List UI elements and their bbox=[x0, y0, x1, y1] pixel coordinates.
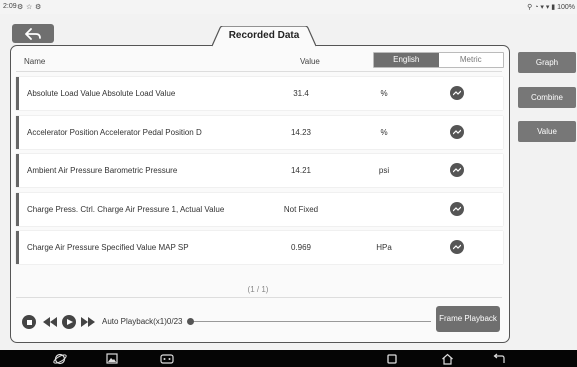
settings-status-icon: ⚙ bbox=[17, 4, 24, 11]
row-name: Charge Press. Ctrl. Charge Air Pressure … bbox=[27, 204, 225, 214]
row-name: Charge Air Pressure Specified Value MAP … bbox=[27, 243, 189, 252]
row-unit: % bbox=[380, 127, 388, 137]
unit-toggle[interactable]: English Metric bbox=[373, 52, 504, 68]
row-value: 14.21 bbox=[290, 166, 312, 175]
status-bar: 2:09 ⚙ ☆ ⚙ ⚲ ◔ ▾ ▾ ▮ 100% bbox=[0, 0, 577, 14]
line-graph-icon[interactable] bbox=[450, 86, 464, 100]
home-icon[interactable] bbox=[441, 353, 454, 365]
line-graph-icon[interactable] bbox=[450, 201, 464, 216]
row-name: Accelerator Position Accelerator Pedal P… bbox=[27, 127, 202, 137]
playback-thumb[interactable] bbox=[187, 318, 194, 325]
rewind-icon[interactable] bbox=[42, 316, 58, 328]
unit-option-english[interactable]: English bbox=[374, 53, 439, 67]
graph-button[interactable]: Graph bbox=[518, 52, 576, 73]
return-icon[interactable] bbox=[492, 353, 506, 365]
status-right: ⚲ ◔ ▾ ▾ ▮ 100% bbox=[527, 4, 575, 11]
row-value: Not Fixed bbox=[283, 204, 319, 214]
header-divider bbox=[16, 71, 502, 72]
row-value: 31.4 bbox=[293, 89, 309, 98]
header-value: Value bbox=[300, 57, 320, 66]
row-unit: HPa bbox=[376, 243, 392, 252]
vci-icon[interactable] bbox=[160, 353, 174, 365]
data-list: Absolute Load Value Absolute Load Value … bbox=[16, 77, 504, 270]
value-button[interactable]: Value bbox=[518, 121, 576, 142]
browser-icon[interactable] bbox=[53, 353, 67, 365]
playback-track[interactable] bbox=[191, 321, 431, 322]
recents-icon[interactable] bbox=[386, 353, 398, 365]
table-row[interactable]: Charge Air Pressure Specified Value MAP … bbox=[16, 231, 503, 264]
app-status-icon: ⚙ bbox=[35, 4, 42, 11]
unit-option-metric[interactable]: Metric bbox=[439, 53, 504, 67]
back-button[interactable] bbox=[12, 24, 54, 43]
table-row[interactable]: Accelerator Position Accelerator Pedal P… bbox=[16, 115, 503, 149]
playback-label: Auto Playback(x1)0/23 bbox=[102, 317, 183, 326]
line-graph-icon[interactable] bbox=[450, 163, 464, 177]
table-row[interactable]: Charge Press. Ctrl. Charge Air Pressure … bbox=[16, 192, 503, 226]
header-name: Name bbox=[24, 57, 46, 66]
table-row[interactable]: Absolute Load Value Absolute Load Value … bbox=[16, 77, 503, 110]
row-name: Ambient Air Pressure Barometric Pressure bbox=[27, 166, 178, 175]
row-unit: psi bbox=[378, 166, 390, 175]
gallery-icon[interactable] bbox=[106, 353, 118, 364]
row-value: 0.969 bbox=[290, 243, 312, 252]
frame-playback-button[interactable]: Frame Playback bbox=[436, 306, 500, 332]
system-nav-bar bbox=[0, 350, 577, 367]
playback-divider bbox=[16, 297, 502, 298]
combine-button[interactable]: Combine bbox=[518, 87, 576, 108]
table-header: Name Value English Metric bbox=[16, 52, 504, 70]
line-graph-icon[interactable] bbox=[450, 124, 464, 139]
row-value: 14.23 bbox=[290, 127, 312, 137]
notification-status-icon: ☆ bbox=[26, 4, 33, 11]
pagination: (1 / 1) bbox=[247, 285, 269, 294]
status-time: 2:09 bbox=[3, 3, 17, 10]
fast-forward-icon[interactable] bbox=[80, 316, 96, 328]
page-title: Recorded Data bbox=[228, 30, 300, 41]
row-name: Absolute Load Value Absolute Load Value bbox=[27, 89, 176, 98]
line-graph-icon[interactable] bbox=[450, 240, 464, 254]
stop-button[interactable] bbox=[22, 315, 36, 329]
page-title-tab: Recorded Data bbox=[212, 26, 316, 47]
back-arrow-icon bbox=[25, 27, 41, 40]
play-button[interactable] bbox=[62, 315, 76, 329]
table-row[interactable]: Ambient Air Pressure Barometric Pressure… bbox=[16, 154, 503, 187]
row-unit: % bbox=[380, 89, 388, 98]
